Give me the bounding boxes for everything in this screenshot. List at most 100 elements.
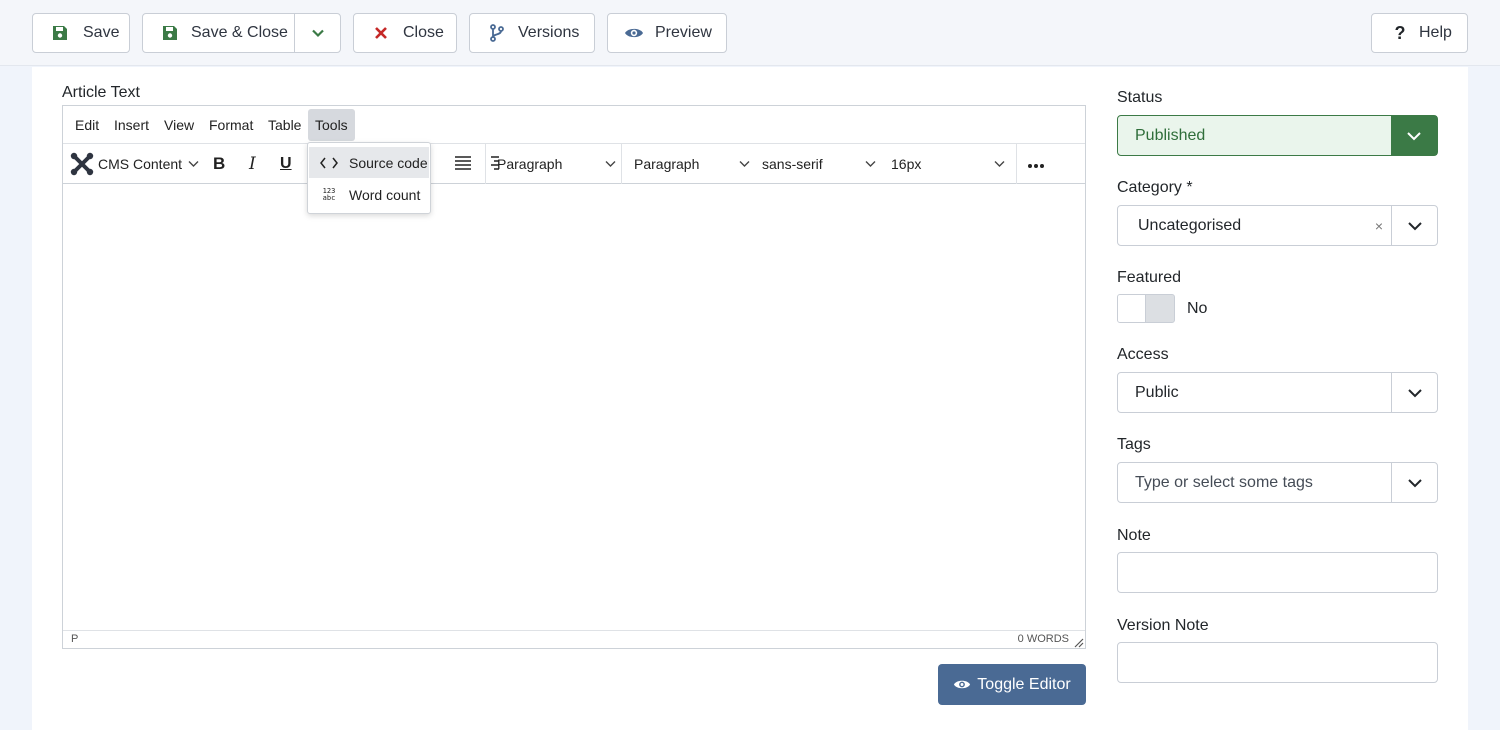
- close-label: Close: [403, 24, 444, 41]
- featured-value: No: [1187, 300, 1208, 317]
- save-button[interactable]: Save: [32, 13, 130, 53]
- chevron-down-icon: [308, 23, 328, 43]
- joomla-logo-icon: [70, 152, 94, 176]
- more-tools-button[interactable]: [1027, 144, 1045, 184]
- access-select[interactable]: Public: [1117, 372, 1438, 413]
- block-format-value-2: Paragraph: [634, 156, 700, 172]
- eye-icon: [624, 23, 644, 43]
- toolbar-separator: [621, 144, 622, 184]
- block-format-value-1: Paragraph: [497, 156, 563, 172]
- source-code-menu-item[interactable]: Source code: [309, 147, 429, 178]
- question-icon: ?: [1394, 22, 1406, 43]
- status-label: Status: [1117, 89, 1163, 106]
- chevron-down-icon: [1391, 116, 1437, 155]
- chevron-down-icon: [1391, 206, 1437, 245]
- cms-content-button[interactable]: CMS Content: [70, 144, 199, 184]
- block-format-select-2[interactable]: Paragraph: [634, 144, 750, 184]
- help-label: Help: [1419, 24, 1452, 41]
- access-value: Public: [1135, 384, 1179, 401]
- featured-label: Featured: [1117, 269, 1182, 286]
- cms-content-label: CMS Content: [98, 156, 183, 172]
- font-size-value: 16px: [891, 156, 922, 172]
- status-value: Published: [1135, 127, 1206, 144]
- italic-icon: I: [249, 154, 256, 174]
- word-count-menu-item[interactable]: 123 abc Word count: [309, 179, 429, 210]
- featured-toggle[interactable]: [1117, 294, 1175, 323]
- chevron-down-icon: [739, 160, 750, 168]
- tags-select[interactable]: Type or select some tags: [1117, 462, 1438, 503]
- version-note-label: Version Note: [1117, 617, 1209, 634]
- chevron-down-icon: [188, 160, 199, 168]
- align-justify-icon: [455, 155, 471, 173]
- tools-dropdown-menu: Source code 123 abc Word count: [307, 142, 431, 214]
- toolbar-separator: [1016, 144, 1017, 184]
- editor-menubar: Edit Insert View Format Table Tools: [63, 106, 1085, 144]
- menu-format[interactable]: Format: [202, 109, 260, 141]
- save-and-close-label: Save & Close: [191, 24, 288, 41]
- resize-handle-icon[interactable]: [1074, 638, 1084, 648]
- italic-button[interactable]: I: [249, 144, 256, 184]
- toggle-editor-button[interactable]: Toggle Editor: [938, 664, 1086, 705]
- status-select[interactable]: Published: [1117, 115, 1438, 156]
- bold-button[interactable]: B: [213, 144, 225, 184]
- floppy-disk-icon: [50, 23, 70, 43]
- eye-icon: [953, 678, 971, 691]
- note-label: Note: [1117, 527, 1151, 544]
- word-count-icon: 123 abc: [322, 186, 336, 202]
- font-family-select[interactable]: sans-serif: [762, 144, 878, 184]
- block-format-select-1[interactable]: Paragraph: [497, 144, 621, 184]
- floppy-disk-icon: [160, 23, 180, 43]
- font-size-select[interactable]: 16px: [891, 144, 1005, 184]
- font-family-value: sans-serif: [762, 156, 823, 172]
- bold-icon: B: [213, 154, 226, 173]
- access-label: Access: [1117, 346, 1169, 363]
- chevron-down-icon: [994, 160, 1005, 168]
- category-value: Uncategorised: [1138, 217, 1242, 234]
- preview-button[interactable]: Preview: [607, 13, 727, 53]
- underline-icon: U: [280, 155, 292, 172]
- element-path[interactable]: P: [71, 633, 78, 645]
- versions-label: Versions: [518, 24, 580, 41]
- featured-toggle-knob: [1118, 295, 1146, 322]
- editor-content-area[interactable]: [63, 184, 1085, 630]
- chevron-down-icon: [1391, 463, 1437, 502]
- toolbar-separator: [485, 144, 486, 184]
- toggle-editor-label: Toggle Editor: [977, 675, 1071, 693]
- code-branch-icon: [487, 23, 507, 43]
- category-label: Category *: [1117, 179, 1193, 196]
- editor-statusbar: P 0 WORDS: [63, 630, 1085, 648]
- align-justify-button[interactable]: [455, 144, 471, 184]
- chevron-down-icon: [1391, 373, 1437, 412]
- word-count-label: Word count: [349, 186, 421, 203]
- article-text-label: Article Text: [62, 84, 140, 101]
- tags-placeholder: Type or select some tags: [1135, 474, 1313, 491]
- code-icon: [309, 157, 349, 169]
- source-code-label: Source code: [349, 154, 428, 171]
- more-horizontal-icon: [1027, 156, 1045, 172]
- version-note-input[interactable]: [1117, 642, 1438, 683]
- chevron-down-icon: [865, 160, 876, 168]
- versions-button[interactable]: Versions: [469, 13, 595, 53]
- tags-label: Tags: [1117, 436, 1151, 453]
- word-count[interactable]: 0 WORDS: [1018, 633, 1069, 645]
- editor-toolbar: CMS Content B I U Paragraph Paragraph sa…: [63, 144, 1085, 184]
- menu-edit[interactable]: Edit: [68, 109, 106, 141]
- close-icon: [371, 23, 391, 43]
- rich-text-editor: Edit Insert View Format Table Tools CMS …: [62, 105, 1086, 649]
- note-input[interactable]: [1117, 552, 1438, 593]
- chevron-down-icon: [605, 160, 616, 168]
- menu-view[interactable]: View: [157, 109, 201, 141]
- top-toolbar: Save Save & Close Close Versions Preview…: [0, 0, 1500, 66]
- close-button[interactable]: Close: [353, 13, 457, 53]
- preview-label: Preview: [655, 24, 712, 41]
- category-select[interactable]: Uncategorised ×: [1117, 205, 1438, 246]
- save-label: Save: [83, 24, 120, 41]
- help-button[interactable]: ? Help: [1371, 13, 1468, 53]
- menu-insert[interactable]: Insert: [107, 109, 156, 141]
- save-and-close-button[interactable]: Save & Close: [142, 13, 295, 53]
- underline-button[interactable]: U: [280, 144, 292, 184]
- clear-selection-icon[interactable]: ×: [1375, 218, 1383, 234]
- menu-table[interactable]: Table: [261, 109, 308, 141]
- save-options-dropdown-button[interactable]: [294, 13, 341, 53]
- menu-tools[interactable]: Tools: [308, 109, 355, 141]
